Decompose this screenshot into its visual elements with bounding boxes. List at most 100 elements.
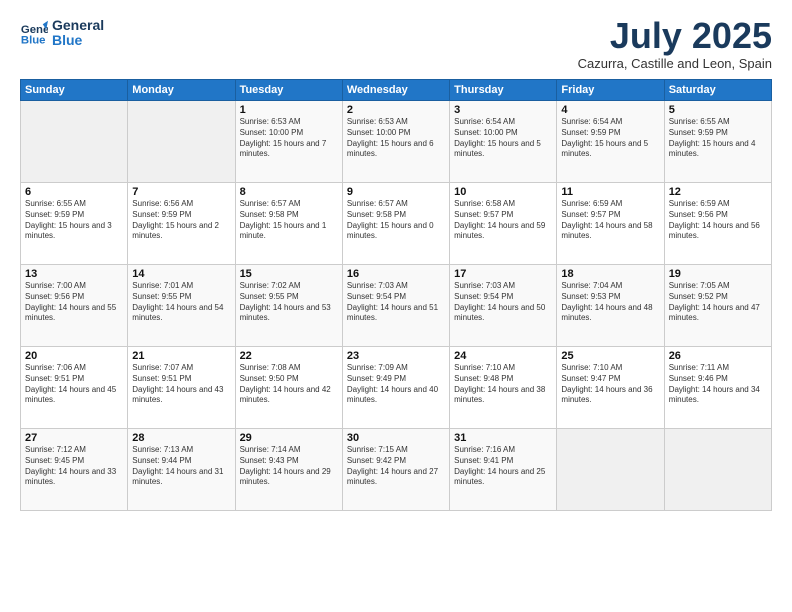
day-cell: 14Sunrise: 7:01 AM Sunset: 9:55 PM Dayli… (128, 265, 235, 347)
day-cell: 12Sunrise: 6:59 AM Sunset: 9:56 PM Dayli… (664, 183, 771, 265)
day-cell: 18Sunrise: 7:04 AM Sunset: 9:53 PM Dayli… (557, 265, 664, 347)
day-info: Sunrise: 6:59 AM Sunset: 9:56 PM Dayligh… (669, 199, 767, 242)
day-info: Sunrise: 7:13 AM Sunset: 9:44 PM Dayligh… (132, 445, 230, 488)
day-number: 31 (454, 432, 552, 444)
day-cell: 13Sunrise: 7:00 AM Sunset: 9:56 PM Dayli… (21, 265, 128, 347)
day-info: Sunrise: 6:54 AM Sunset: 9:59 PM Dayligh… (561, 117, 659, 160)
week-row-4: 20Sunrise: 7:06 AM Sunset: 9:51 PM Dayli… (21, 347, 772, 429)
page: General Blue General Blue July 2025 Cazu… (0, 0, 792, 612)
day-cell: 10Sunrise: 6:58 AM Sunset: 9:57 PM Dayli… (450, 183, 557, 265)
day-number: 8 (240, 186, 338, 198)
day-number: 19 (669, 268, 767, 280)
calendar-table: SundayMondayTuesdayWednesdayThursdayFrid… (20, 79, 772, 511)
header-row: SundayMondayTuesdayWednesdayThursdayFrid… (21, 80, 772, 101)
day-cell: 15Sunrise: 7:02 AM Sunset: 9:55 PM Dayli… (235, 265, 342, 347)
day-cell: 11Sunrise: 6:59 AM Sunset: 9:57 PM Dayli… (557, 183, 664, 265)
day-cell: 19Sunrise: 7:05 AM Sunset: 9:52 PM Dayli… (664, 265, 771, 347)
day-info: Sunrise: 6:54 AM Sunset: 10:00 PM Daylig… (454, 117, 552, 160)
day-info: Sunrise: 6:53 AM Sunset: 10:00 PM Daylig… (347, 117, 445, 160)
day-info: Sunrise: 7:00 AM Sunset: 9:56 PM Dayligh… (25, 281, 123, 324)
day-number: 6 (25, 186, 123, 198)
day-cell: 1Sunrise: 6:53 AM Sunset: 10:00 PM Dayli… (235, 101, 342, 183)
day-cell: 24Sunrise: 7:10 AM Sunset: 9:48 PM Dayli… (450, 347, 557, 429)
col-header-wednesday: Wednesday (342, 80, 449, 101)
day-number: 14 (132, 268, 230, 280)
day-info: Sunrise: 6:55 AM Sunset: 9:59 PM Dayligh… (25, 199, 123, 242)
logo-general: General (52, 18, 104, 33)
col-header-tuesday: Tuesday (235, 80, 342, 101)
day-cell: 28Sunrise: 7:13 AM Sunset: 9:44 PM Dayli… (128, 429, 235, 511)
day-number: 25 (561, 350, 659, 362)
day-info: Sunrise: 7:14 AM Sunset: 9:43 PM Dayligh… (240, 445, 338, 488)
day-number: 24 (454, 350, 552, 362)
day-cell: 3Sunrise: 6:54 AM Sunset: 10:00 PM Dayli… (450, 101, 557, 183)
day-number: 28 (132, 432, 230, 444)
day-cell: 25Sunrise: 7:10 AM Sunset: 9:47 PM Dayli… (557, 347, 664, 429)
logo-text: General Blue (52, 18, 104, 49)
day-number: 23 (347, 350, 445, 362)
day-info: Sunrise: 6:55 AM Sunset: 9:59 PM Dayligh… (669, 117, 767, 160)
day-cell: 9Sunrise: 6:57 AM Sunset: 9:58 PM Daylig… (342, 183, 449, 265)
day-number: 27 (25, 432, 123, 444)
day-info: Sunrise: 7:10 AM Sunset: 9:47 PM Dayligh… (561, 363, 659, 406)
day-info: Sunrise: 7:04 AM Sunset: 9:53 PM Dayligh… (561, 281, 659, 324)
month-title: July 2025 (578, 18, 772, 54)
day-info: Sunrise: 7:16 AM Sunset: 9:41 PM Dayligh… (454, 445, 552, 488)
day-cell: 8Sunrise: 6:57 AM Sunset: 9:58 PM Daylig… (235, 183, 342, 265)
day-info: Sunrise: 6:59 AM Sunset: 9:57 PM Dayligh… (561, 199, 659, 242)
day-cell: 26Sunrise: 7:11 AM Sunset: 9:46 PM Dayli… (664, 347, 771, 429)
day-number: 26 (669, 350, 767, 362)
day-cell (21, 101, 128, 183)
day-info: Sunrise: 7:06 AM Sunset: 9:51 PM Dayligh… (25, 363, 123, 406)
day-cell: 5Sunrise: 6:55 AM Sunset: 9:59 PM Daylig… (664, 101, 771, 183)
day-number: 10 (454, 186, 552, 198)
day-info: Sunrise: 7:05 AM Sunset: 9:52 PM Dayligh… (669, 281, 767, 324)
header: General Blue General Blue July 2025 Cazu… (20, 18, 772, 71)
day-cell: 29Sunrise: 7:14 AM Sunset: 9:43 PM Dayli… (235, 429, 342, 511)
day-info: Sunrise: 6:58 AM Sunset: 9:57 PM Dayligh… (454, 199, 552, 242)
day-cell (128, 101, 235, 183)
day-cell: 2Sunrise: 6:53 AM Sunset: 10:00 PM Dayli… (342, 101, 449, 183)
day-cell: 6Sunrise: 6:55 AM Sunset: 9:59 PM Daylig… (21, 183, 128, 265)
day-cell: 20Sunrise: 7:06 AM Sunset: 9:51 PM Dayli… (21, 347, 128, 429)
day-info: Sunrise: 6:57 AM Sunset: 9:58 PM Dayligh… (240, 199, 338, 242)
logo: General Blue General Blue (20, 18, 104, 49)
day-info: Sunrise: 7:09 AM Sunset: 9:49 PM Dayligh… (347, 363, 445, 406)
location-subtitle: Cazurra, Castille and Leon, Spain (578, 56, 772, 71)
day-number: 9 (347, 186, 445, 198)
day-cell: 7Sunrise: 6:56 AM Sunset: 9:59 PM Daylig… (128, 183, 235, 265)
day-cell (664, 429, 771, 511)
day-info: Sunrise: 7:01 AM Sunset: 9:55 PM Dayligh… (132, 281, 230, 324)
day-number: 2 (347, 104, 445, 116)
day-number: 29 (240, 432, 338, 444)
day-info: Sunrise: 7:07 AM Sunset: 9:51 PM Dayligh… (132, 363, 230, 406)
week-row-2: 6Sunrise: 6:55 AM Sunset: 9:59 PM Daylig… (21, 183, 772, 265)
day-info: Sunrise: 6:53 AM Sunset: 10:00 PM Daylig… (240, 117, 338, 160)
day-info: Sunrise: 6:56 AM Sunset: 9:59 PM Dayligh… (132, 199, 230, 242)
day-number: 3 (454, 104, 552, 116)
day-number: 15 (240, 268, 338, 280)
day-cell: 4Sunrise: 6:54 AM Sunset: 9:59 PM Daylig… (557, 101, 664, 183)
day-cell: 31Sunrise: 7:16 AM Sunset: 9:41 PM Dayli… (450, 429, 557, 511)
col-header-monday: Monday (128, 80, 235, 101)
day-info: Sunrise: 7:15 AM Sunset: 9:42 PM Dayligh… (347, 445, 445, 488)
day-info: Sunrise: 7:03 AM Sunset: 9:54 PM Dayligh… (347, 281, 445, 324)
day-number: 21 (132, 350, 230, 362)
day-number: 5 (669, 104, 767, 116)
day-number: 17 (454, 268, 552, 280)
day-number: 7 (132, 186, 230, 198)
day-cell: 30Sunrise: 7:15 AM Sunset: 9:42 PM Dayli… (342, 429, 449, 511)
day-number: 12 (669, 186, 767, 198)
day-info: Sunrise: 7:12 AM Sunset: 9:45 PM Dayligh… (25, 445, 123, 488)
day-cell: 17Sunrise: 7:03 AM Sunset: 9:54 PM Dayli… (450, 265, 557, 347)
day-info: Sunrise: 7:11 AM Sunset: 9:46 PM Dayligh… (669, 363, 767, 406)
col-header-saturday: Saturday (664, 80, 771, 101)
day-info: Sunrise: 7:08 AM Sunset: 9:50 PM Dayligh… (240, 363, 338, 406)
day-number: 18 (561, 268, 659, 280)
day-number: 11 (561, 186, 659, 198)
day-cell: 27Sunrise: 7:12 AM Sunset: 9:45 PM Dayli… (21, 429, 128, 511)
day-number: 1 (240, 104, 338, 116)
logo-blue: Blue (52, 33, 104, 48)
day-number: 30 (347, 432, 445, 444)
day-cell (557, 429, 664, 511)
